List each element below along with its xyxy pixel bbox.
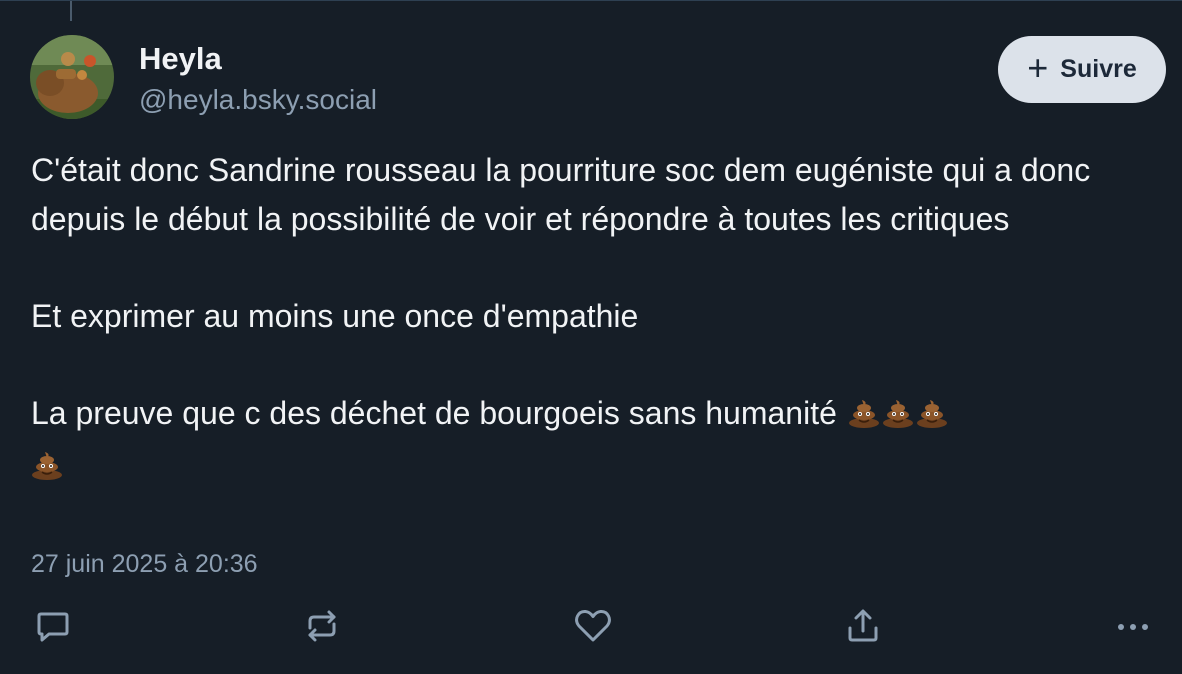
post-paragraph-2: Et exprimer au moins une once d'empathie (31, 297, 639, 334)
author-display-name[interactable]: Heyla (139, 41, 222, 77)
post-card[interactable]: Heyla @heyla.bsky.social + Suivre C'étai… (0, 0, 1182, 674)
more-options-button[interactable] (1110, 603, 1156, 649)
follow-button[interactable]: + Suivre (998, 36, 1166, 103)
post-paragraph-1: C'était donc Sandrine rousseau la pourri… (31, 152, 1091, 237)
reply-icon (37, 612, 69, 642)
post-paragraph-3: La preuve que c des déchet de bourgoeis … (31, 389, 1151, 494)
post-text: C'était donc Sandrine rousseau la pourri… (31, 146, 1151, 494)
pile-of-poo-icon (848, 393, 880, 442)
more-icon (1118, 624, 1148, 630)
post-timestamp[interactable]: 27 juin 2025 à 20:36 (31, 549, 258, 579)
pile-of-poo-icon (882, 393, 914, 442)
share-button[interactable] (840, 603, 886, 649)
reply-button[interactable] (30, 603, 76, 649)
avatar[interactable] (30, 35, 114, 119)
like-button[interactable] (570, 603, 616, 649)
thread-line (70, 1, 72, 21)
like-icon (575, 609, 611, 642)
repost-icon (308, 610, 336, 642)
plus-icon: + (1027, 46, 1049, 88)
post-paragraph-3-text: La preuve que c des déchet de bourgoeis … (31, 394, 837, 431)
follow-button-label: Suivre (1060, 55, 1137, 83)
share-icon (848, 609, 878, 642)
author-handle[interactable]: @heyla.bsky.social (139, 84, 377, 116)
repost-button[interactable] (299, 603, 345, 649)
pile-of-poo-icon (31, 445, 63, 494)
pile-of-poo-icon (916, 393, 948, 442)
